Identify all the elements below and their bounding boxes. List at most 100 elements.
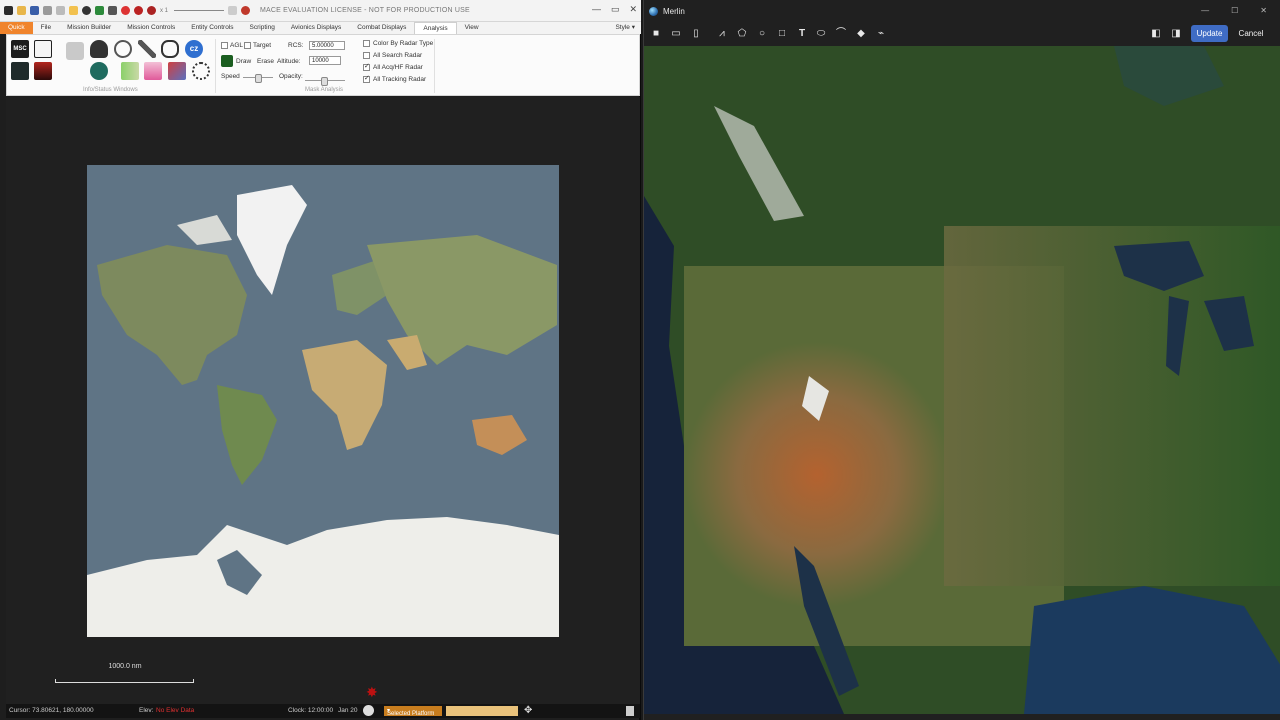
polyline-icon[interactable]: ⩘ (715, 27, 729, 41)
opacity-slider[interactable] (305, 77, 345, 86)
all-acq-radar-label: All Acq/HF Radar (373, 64, 423, 71)
left-panel-toggle-icon[interactable]: ◧ (1149, 27, 1163, 41)
route-icon[interactable]: ⌁ (874, 27, 888, 41)
target-checkbox[interactable] (244, 42, 251, 49)
sensor-icon[interactable] (90, 62, 108, 80)
arc-icon[interactable]: ⌒ (834, 27, 848, 41)
zoom-level: x 1 (160, 7, 169, 14)
radar-scope-icon[interactable] (11, 62, 29, 80)
msc-window-icon[interactable]: MSC (11, 40, 29, 58)
msc-label: MSC (13, 46, 27, 52)
new-file-icon[interactable]: ▯ (689, 27, 703, 41)
tab-avionics-displays[interactable]: Avionics Displays (283, 22, 349, 34)
terrain-icon[interactable] (121, 62, 139, 80)
crosshair-icon[interactable] (108, 6, 117, 15)
notes-icon[interactable] (34, 40, 52, 58)
record-red-icon[interactable] (241, 6, 251, 15)
selected-platform-dropdown[interactable]: Selected Platform ▾ (384, 706, 442, 717)
north-america-satellite-map[interactable] (644, 46, 1280, 714)
agl-checkbox[interactable] (221, 42, 228, 49)
merlin-window: Merlin — ☐ ✕ ■ ▭ ▯ ⩘ ⬠ ○ □ T ⬭ ⌒ ◆ ⌁ ◧ ◨… (643, 0, 1280, 720)
tab-scripting[interactable]: Scripting (242, 22, 283, 34)
rectangle-icon[interactable]: □ (775, 27, 789, 41)
tab-mission-controls[interactable]: Mission Controls (119, 22, 183, 34)
altitude-select[interactable]: 10000 (309, 56, 341, 65)
pause-red-icon[interactable] (134, 6, 143, 15)
platform-filter-field[interactable] (446, 706, 518, 716)
tab-view[interactable]: View (457, 22, 487, 34)
update-button[interactable]: Update (1191, 25, 1228, 42)
elev-label: Elev: (139, 707, 154, 714)
style-label: Style (615, 24, 630, 31)
all-tracking-radar-checkbox[interactable] (363, 74, 370, 83)
save-icon[interactable]: ■ (649, 27, 663, 41)
group-label-info-status: Info/Status Windows (83, 87, 138, 93)
rcs-input[interactable]: 5.00000 (309, 41, 345, 50)
all-tracking-radar-label: All Tracking Radar (373, 76, 427, 83)
time-slider[interactable] (174, 10, 225, 11)
play-icon[interactable] (95, 6, 104, 15)
all-search-radar-checkbox[interactable] (363, 52, 370, 59)
tab-combat-displays[interactable]: Combat Displays (349, 22, 414, 34)
color-by-radar-checkbox[interactable] (363, 40, 370, 47)
stop-red-icon[interactable] (121, 6, 130, 15)
polygon-icon[interactable]: ⬠ (735, 27, 749, 41)
rewind-red-icon[interactable] (147, 6, 156, 15)
satellite-icon[interactable] (138, 40, 156, 58)
cz-icon[interactable]: cz (185, 40, 203, 58)
drone-icon[interactable] (161, 40, 179, 58)
rcs-label: RCS: (288, 42, 304, 49)
record-icon[interactable] (82, 6, 91, 15)
style-menu[interactable]: Style ▾ (615, 22, 635, 34)
save-icon[interactable] (30, 6, 39, 15)
camera-icon[interactable] (90, 40, 108, 58)
cancel-button[interactable]: Cancel (1233, 25, 1269, 42)
maximize-icon[interactable]: ☐ (1231, 6, 1238, 15)
app-icon[interactable] (4, 6, 13, 15)
draw-icon[interactable] (221, 55, 233, 67)
right-panel-toggle-icon[interactable]: ◨ (1169, 27, 1183, 41)
threat-ring-icon[interactable] (144, 62, 162, 80)
jet-icon[interactable] (168, 62, 186, 80)
resize-grip-icon[interactable] (626, 706, 634, 716)
close-icon[interactable]: ✕ (1260, 6, 1267, 15)
maximize-icon[interactable]: ▭ (611, 4, 620, 15)
erase-button[interactable]: Erase (257, 58, 274, 65)
close-icon[interactable]: ✕ (629, 4, 637, 15)
ribbon-separator (215, 39, 216, 93)
altitude-label: Altitude: (277, 58, 301, 65)
tab-entity-controls[interactable]: Entity Controls (183, 22, 241, 34)
time-sync-icon[interactable] (363, 705, 374, 716)
folder-icon[interactable] (66, 42, 84, 60)
pointer-icon[interactable] (69, 6, 78, 15)
tab-quick[interactable]: Quick (0, 22, 33, 34)
ellipse-icon[interactable]: ⬭ (814, 27, 828, 41)
tab-file[interactable]: File (33, 22, 59, 34)
opacity-label: Opacity: (279, 73, 303, 80)
tool-icon[interactable] (56, 6, 65, 15)
crosshair-scope-icon[interactable] (114, 40, 132, 58)
draw-button[interactable]: Draw (236, 58, 251, 65)
marker-icon[interactable]: ◆ (854, 27, 868, 41)
open-folder-icon[interactable]: ▭ (669, 27, 683, 41)
move-icon[interactable]: ✥ (524, 705, 532, 716)
license-banner: MACE EVALUATION LICENSE - NOT FOR PRODUC… (260, 7, 470, 14)
mace-window: x 1 MACE EVALUATION LICENSE - NOT FOR PR… (0, 0, 641, 720)
text-icon[interactable]: T (795, 27, 809, 41)
circle-icon[interactable]: ○ (755, 27, 769, 41)
stop-icon[interactable] (43, 6, 52, 15)
open-folder-icon[interactable] (17, 6, 26, 15)
heatmap-icon[interactable] (34, 62, 52, 80)
blast-icon[interactable] (192, 62, 210, 80)
tab-mission-builder[interactable]: Mission Builder (59, 22, 119, 34)
all-acq-radar-checkbox[interactable] (363, 62, 370, 71)
minimize-icon[interactable]: — (1201, 6, 1209, 15)
minimize-icon[interactable]: — (592, 4, 601, 15)
frame-icon[interactable] (228, 6, 238, 15)
speed-slider[interactable] (243, 74, 273, 83)
cursor-readout: Cursor: 73.80621, 180.00000 (9, 707, 94, 714)
world-map[interactable] (87, 165, 559, 637)
mace-title-bar: x 1 MACE EVALUATION LICENSE - NOT FOR PR… (0, 0, 641, 22)
tab-analysis[interactable]: Analysis (414, 22, 457, 34)
compass-icon[interactable]: ✸ (366, 685, 380, 699)
